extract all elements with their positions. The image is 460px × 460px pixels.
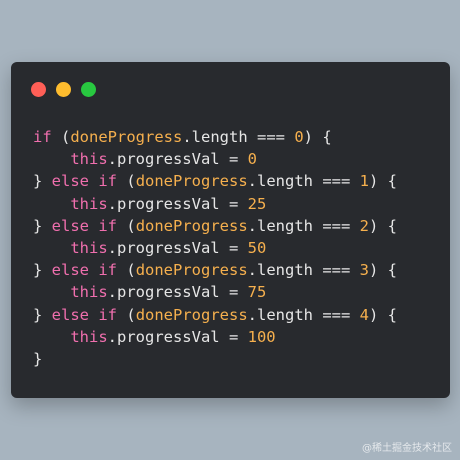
code-token-plain: .length === (247, 261, 360, 280)
code-token-plain: ) { (369, 216, 397, 235)
code-token-number: 100 (247, 327, 276, 346)
code-token-plain: ( (117, 261, 136, 280)
code-token-plain: .length === (247, 172, 360, 191)
code-line: } else if (doneProgress.length === 3) { (33, 259, 397, 281)
code-token-plain: .length === (182, 128, 295, 146)
code-token-keyword: else (51, 305, 89, 324)
code-token-identifier: doneProgress (135, 261, 248, 280)
code-line: } else if (doneProgress.length === 2) { (33, 215, 397, 237)
code-line: } else if (doneProgress.length === 4) { (33, 304, 397, 326)
code-token-keyword: this (70, 150, 108, 169)
code-token-keyword: if (98, 261, 118, 280)
code-token-keyword: this (70, 238, 108, 257)
watermark: @稀土掘金技术社区 (362, 443, 452, 454)
code-token-number: 25 (247, 194, 267, 213)
code-token-plain: ) { (369, 305, 397, 324)
code-token-number: 0 (247, 150, 257, 169)
code-token-plain: ( (117, 305, 136, 324)
code-token-plain: } (33, 349, 43, 368)
code-token-plain: } (33, 305, 52, 324)
code-token-keyword: this (70, 283, 108, 302)
code-token-keyword: if (98, 305, 118, 324)
maximize-icon (81, 82, 96, 97)
code-token-identifier: doneProgress (70, 128, 183, 146)
code-token-plain: .progressVal = (107, 238, 248, 257)
code-token-plain: .length === (247, 305, 360, 324)
code-line: this.progressVal = 25 (33, 193, 397, 215)
code-token-plain: ( (51, 128, 71, 146)
code-token-plain: ( (117, 172, 136, 191)
minimize-icon (56, 82, 71, 97)
code-token-plain: } (33, 216, 52, 235)
code-token-number: 3 (359, 261, 369, 280)
code-token-plain: .length === (247, 216, 360, 235)
code-line: this.progressVal = 0 (33, 148, 397, 170)
close-icon (31, 82, 46, 97)
code-token-plain: .progressVal = (107, 150, 248, 169)
code-token-plain: } (33, 172, 52, 191)
code-token-keyword: if (98, 172, 118, 191)
code-token-identifier: doneProgress (135, 216, 248, 235)
code-line: this.progressVal = 100 (33, 326, 397, 348)
code-token-plain: ) { (303, 128, 332, 146)
code-token-plain: ( (117, 216, 136, 235)
code-token-number: 0 (294, 128, 304, 146)
code-line: if (doneProgress.length === 0) { (33, 126, 397, 148)
window-controls (31, 82, 96, 97)
code-token-keyword: if (98, 216, 118, 235)
code-token-keyword: this (70, 327, 108, 346)
code-token-plain: .progressVal = (107, 194, 248, 213)
code-token-plain: .progressVal = (107, 283, 248, 302)
code-token-number: 2 (359, 216, 369, 235)
code-token-keyword: if (33, 128, 52, 146)
code-token-number: 75 (247, 283, 267, 302)
code-line: } else if (doneProgress.length === 1) { (33, 170, 397, 192)
code-token-identifier: doneProgress (135, 172, 248, 191)
code-token-number: 50 (247, 238, 267, 257)
code-token-number: 1 (359, 172, 369, 191)
code-token-plain: ) { (369, 261, 397, 280)
code-line: this.progressVal = 50 (33, 237, 397, 259)
code-token-plain: .progressVal = (107, 327, 248, 346)
code-token-number: 4 (359, 305, 369, 324)
code-token-keyword: this (70, 194, 108, 213)
code-token-keyword: else (51, 216, 89, 235)
code-token-identifier: doneProgress (135, 305, 248, 324)
code-block: if (doneProgress.length === 0) { this.pr… (33, 126, 397, 370)
code-token-plain: ) { (369, 172, 397, 191)
code-token-keyword: else (51, 261, 89, 280)
code-window: if (doneProgress.length === 0) { this.pr… (11, 62, 450, 398)
code-token-plain: } (33, 261, 52, 280)
code-token-keyword: else (51, 172, 89, 191)
code-line: } (33, 348, 397, 370)
code-line: this.progressVal = 75 (33, 281, 397, 303)
